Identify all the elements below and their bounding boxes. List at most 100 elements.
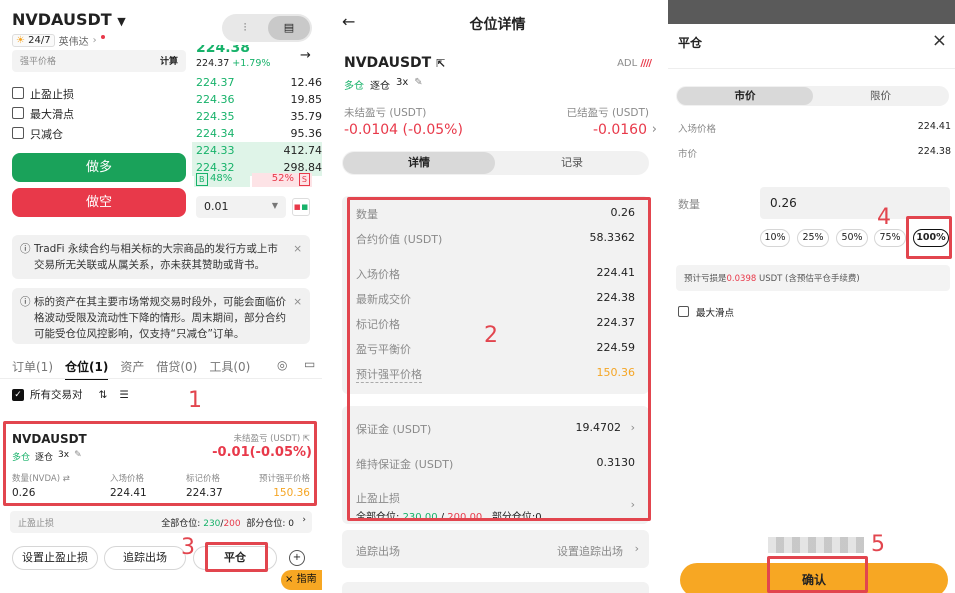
sheet-title: 平仓 [678, 36, 703, 50]
force-price-input[interactable]: 强平价格 计算 [12, 50, 186, 72]
trailing-stop-button[interactable]: 追踪出场 [104, 546, 186, 570]
document-icon[interactable]: ▭ [304, 357, 315, 371]
tab-market[interactable]: 市价 [677, 87, 813, 105]
add-icon[interactable]: + [289, 550, 305, 566]
position-tabs: 订单(1) 仓位(1) 资产 借贷(0) 工具(0) [12, 358, 250, 380]
qty-label: 数量 [678, 198, 700, 211]
entry-value: 224.41 [917, 121, 951, 132]
list-settings-icon[interactable]: ☰ [119, 389, 128, 401]
realized-pnl[interactable]: -0.0160 [593, 122, 647, 138]
close-icon[interactable]: × [293, 241, 302, 257]
orderbook-icon[interactable]: ▤ [268, 16, 310, 40]
qty-input[interactable]: 0.26 [760, 187, 950, 219]
percent-25-button[interactable]: 25% [797, 229, 829, 247]
leverage: 3x [396, 77, 409, 88]
percent-50-button[interactable]: 50% [836, 229, 868, 247]
page-title: 仓位详情 [469, 17, 526, 33]
close-position-sheet: 平仓 × 市价 限价 入场价格 224.41 市价 224.38 数量 0.26… [668, 0, 955, 593]
orderbook-layout-icon[interactable]: ▪▪ [292, 198, 310, 216]
tab-orders[interactable]: 订单(1) [12, 358, 53, 380]
step-label-2: 2 [484, 323, 498, 348]
view-toggle[interactable]: ⫶ ▤ [222, 14, 312, 42]
percent-75-button[interactable]: 75% [874, 229, 906, 247]
symbol-name: NVDAUSDT [12, 10, 112, 29]
tpsl-row[interactable]: 止盈止损 全部仓位: 230/200 部分仓位: 0 › [10, 511, 312, 533]
notice-tradfi: ⓘ TradFi 永续合约与相关标的大宗商品的发行方或上市交易所无关联或从属关系… [12, 235, 310, 279]
position-side: 多仓 [344, 81, 364, 92]
precision-select[interactable]: 0.01 ▼ [196, 196, 286, 218]
price-change: +1.79% [232, 58, 271, 69]
all-pairs-filter[interactable]: ✓ 所有交易对 ⇅ ☰ [12, 387, 129, 402]
dimmed-backdrop [668, 0, 955, 24]
highlight-box-2 [347, 197, 651, 521]
notice-trading-hours: ⓘ 标的资产在其主要市场常规交易时段外，可能会面临价格波动受限及流动性下降的情形… [12, 288, 310, 344]
candlestick-icon[interactable]: ⫶ [224, 16, 266, 40]
adl-bars-icon: //// [640, 58, 652, 69]
chevron-down-icon: ▼ [271, 201, 278, 210]
unrealized-pnl: -0.0104 (-0.05%) [344, 122, 463, 138]
trailing-card[interactable]: 追踪出场 设置追踪出场 › [342, 530, 649, 568]
notification-dot [100, 34, 105, 39]
order-type-tabs: 市价 限价 [676, 86, 949, 106]
market-label: 市价 [678, 149, 698, 160]
orderbook: 224.37 12.46 224.36 19.85 224.35 35.79 224.… [192, 74, 322, 184]
chevron-right-icon: › [634, 542, 639, 555]
info-icon: ⓘ [20, 243, 31, 255]
position-detail-panel: ← 仓位详情 NVDAUSDT ⇱ ADL //// 多仓 逐仓 3x ✎ 未结… [330, 0, 665, 593]
chevron-right-icon: › [92, 35, 97, 46]
realized-label: 已结盈亏 (USDT) [566, 107, 649, 119]
badge-247: ☀ 24/7 [12, 34, 55, 47]
underlying-name[interactable]: 英伟达 [59, 33, 89, 48]
checkbox-box[interactable] [12, 87, 24, 99]
symbol-link[interactable]: NVDAUSDT ⇱ [344, 55, 445, 71]
tab-positions[interactable]: 仓位(1) [65, 358, 109, 380]
tab-loans[interactable]: 借贷(0) [156, 358, 197, 380]
divider [668, 68, 955, 69]
step-label-3: 3 [181, 535, 195, 560]
target-icon[interactable]: ◎ [277, 358, 287, 372]
chevron-right-icon: › [651, 122, 657, 137]
short-button[interactable]: 做空 [12, 188, 186, 217]
margin-mode: 逐仓 [370, 81, 390, 92]
checkbox-box[interactable] [12, 107, 24, 119]
chevron-down-icon: ▼ [117, 15, 126, 28]
set-tpsl-button[interactable]: 设置止盈止损 [12, 546, 98, 570]
step-label-5: 5 [871, 532, 885, 557]
more-card [342, 582, 649, 593]
trading-panel: NVDAUSDT ▼ ☀ 24/7 英伟达 › ⫶ ▤ 224.38 224.3… [0, 0, 322, 593]
tab-tools[interactable]: 工具(0) [209, 358, 250, 380]
market-value: 224.38 [917, 146, 951, 157]
last-price: 224.38 [196, 40, 251, 56]
tab-limit[interactable]: 限价 [813, 87, 948, 105]
close-icon[interactable]: × [293, 294, 302, 310]
mark-price: 224.37 [196, 58, 230, 69]
arrow-right-icon[interactable]: → [300, 48, 311, 63]
checkbox-box[interactable] [678, 306, 689, 317]
highlight-box-1 [3, 421, 317, 506]
divider [0, 378, 322, 379]
checkbox-box[interactable] [12, 127, 24, 139]
tab-details[interactable]: 详情 [343, 152, 495, 174]
guide-button[interactable]: × 指南 [281, 570, 322, 590]
info-icon: ⓘ [20, 296, 31, 308]
entry-label: 入场价格 [678, 124, 717, 135]
tab-records[interactable]: 记录 [496, 152, 648, 174]
buy-sell-ratio: B 48% 52% S [194, 173, 312, 187]
edit-icon[interactable]: ✎ [414, 77, 422, 92]
calc-link[interactable]: 计算 [160, 54, 178, 67]
adl-indicator: ADL //// [617, 58, 652, 69]
long-button[interactable]: 做多 [12, 153, 186, 182]
unrealized-label: 未结盈亏 (USDT) [344, 107, 427, 119]
tab-assets[interactable]: 资产 [120, 358, 144, 380]
sort-icon[interactable]: ⇅ [99, 389, 108, 401]
detail-tabs: 详情 记录 [342, 151, 649, 175]
step-label-4: 4 [877, 205, 891, 230]
close-icon[interactable]: × [285, 574, 293, 585]
symbol-selector[interactable]: NVDAUSDT ▼ [12, 10, 126, 29]
external-link-icon[interactable]: ⇱ [436, 57, 445, 70]
estimate-note: 预计亏损是0.0398 USDT (含预估平仓手续费) [676, 265, 950, 291]
percent-10-button[interactable]: 10% [760, 229, 790, 247]
close-icon[interactable]: × [932, 30, 947, 51]
checkbox-checked-icon[interactable]: ✓ [12, 388, 24, 401]
highlight-box-4 [906, 216, 952, 259]
